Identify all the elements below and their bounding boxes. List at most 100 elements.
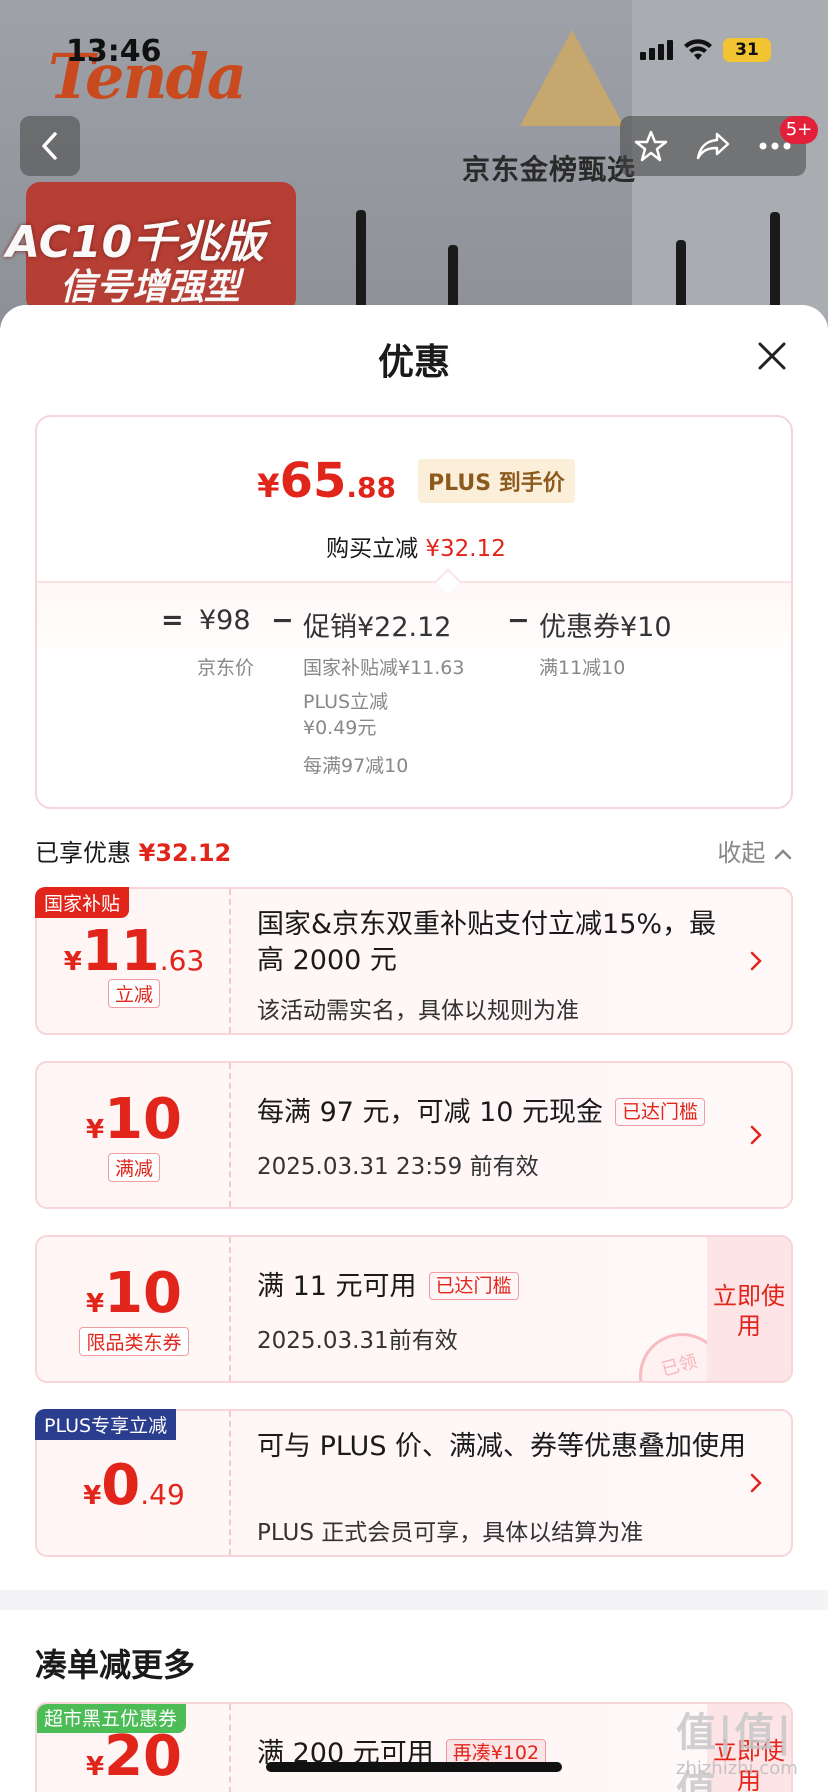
coupon-yen: ¥ xyxy=(85,1752,105,1782)
equals-sign: = xyxy=(161,605,184,636)
section-title: 凑单减更多 xyxy=(35,1646,196,1684)
coupon-dec: .49 xyxy=(140,1478,185,1511)
coupon-dec: .63 xyxy=(159,944,205,977)
coupon-amount: ¥20 xyxy=(37,1724,231,1789)
promo-detail-plus-value: ¥0.49元 xyxy=(303,717,377,739)
chevron-right-icon xyxy=(750,951,762,971)
coupon-yen: ¥ xyxy=(83,1481,102,1511)
threshold-reached-badge: 已达门槛 xyxy=(428,1272,519,1300)
coupon-title: 可与 PLUS 价、满减、券等优惠叠加使用 xyxy=(257,1431,747,1462)
coupon-title-row: 满 11 元可用 已达门槛 xyxy=(257,1269,519,1305)
coupon-kind-label: 立减 xyxy=(107,979,160,1008)
coupon-int: 10 xyxy=(104,1087,183,1152)
promo-total: 促销¥22.12 xyxy=(303,612,452,643)
coupon-title: 满 11 元可用 xyxy=(257,1271,417,1302)
price-breakdown: = ¥98 京东价 − 促销¥22.12 国家补贴减¥11.63 PLUS立减 … xyxy=(37,581,791,807)
coupon-title: 每满 97 元，可减 10 元现金 xyxy=(257,1097,604,1128)
collapse-button[interactable]: 收起 xyxy=(717,833,793,868)
status-icons: 31 xyxy=(640,38,771,62)
message-count-badge: 5+ xyxy=(780,116,818,144)
coupon-kind: 立减 xyxy=(37,979,231,1008)
minus-sign: − xyxy=(271,605,294,636)
model-line2: 信号增强型 xyxy=(60,267,241,308)
award-text: 京东金榜甄选 xyxy=(462,153,637,186)
battery-icon: 31 xyxy=(723,38,771,62)
discount-sheet: 优惠 ¥65.88 PLUS 到手价 购买立减 ¥32.12 = ¥98 京东价… xyxy=(0,305,828,1792)
chevron-right-icon xyxy=(750,1125,762,1145)
sheet-title: 优惠 xyxy=(377,342,450,383)
coupon-subtitle: 该活动需实名，具体以规则为准 xyxy=(257,998,579,1024)
star-favorite-icon[interactable] xyxy=(634,129,668,163)
price-decimal: .88 xyxy=(346,471,396,504)
coupon-subtitle: 2025.03.31 23:59 前有效 xyxy=(257,1154,539,1180)
promo-detail-plus-label: PLUS立减 xyxy=(303,691,389,713)
collapse-label: 收起 xyxy=(717,839,766,867)
price-integer: 65 xyxy=(279,453,347,509)
coupon-amount-area: PLUS专享立减 ¥0.49 xyxy=(35,1409,231,1555)
currency-symbol: ¥ xyxy=(257,467,280,505)
coupon-int: 11 xyxy=(81,919,160,984)
coupon-yen: ¥ xyxy=(63,947,82,977)
chevron-right-icon xyxy=(750,1473,762,1493)
share-icon[interactable] xyxy=(695,130,731,162)
coupon-amount: ¥10 xyxy=(37,1087,231,1152)
chevron-up-icon xyxy=(774,849,792,860)
close-icon[interactable] xyxy=(756,340,788,372)
coupon-amount: ¥10 xyxy=(37,1261,231,1326)
jd-price: ¥98 xyxy=(199,605,251,636)
coupon-detail: 满11减10 xyxy=(539,657,626,679)
instant-reduction-label: 购买立减 xyxy=(326,536,419,562)
model-banner: AC10千兆版 信号增强型 xyxy=(6,182,296,312)
threshold-reached-badge: 已达门槛 xyxy=(615,1098,706,1126)
coupon-subtitle: 2025.03.31前有效 xyxy=(257,1328,458,1354)
promo-detail-fullreduce: 每满97减10 xyxy=(303,755,409,777)
coupon-kind: 满减 xyxy=(37,1153,231,1182)
coupon-total: 优惠券¥10 xyxy=(539,612,672,643)
coupon-title: 国家&京东双重补贴支付立减15%，最高 2000 元 xyxy=(257,909,717,976)
watermark-site: zhizhizhi.com xyxy=(676,1758,798,1779)
coupon-amount-area: 国家补贴 ¥11.63 立减 xyxy=(35,887,231,1033)
home-indicator xyxy=(266,1762,562,1772)
top-action-group xyxy=(620,116,806,176)
minus-sign: − xyxy=(507,605,530,636)
final-price-row: ¥65.88 PLUS 到手价 xyxy=(37,453,791,509)
promo-detail-subsidy: 国家补贴减¥11.63 xyxy=(303,657,465,679)
coupon-subtitle: PLUS 正式会员可享，具体以结算为准 xyxy=(257,1520,644,1546)
coupon-amount-area: 超市黑五优惠券 ¥20 xyxy=(37,1704,231,1792)
use-now-button[interactable]: 立即使用 xyxy=(707,1237,791,1381)
final-price: ¥65.88 xyxy=(257,453,396,509)
coupon-int: 20 xyxy=(104,1724,183,1789)
coupon-amount: ¥0.49 xyxy=(37,1453,231,1518)
coupon-card-fullreduce[interactable]: ¥10 满减 每满 97 元，可减 10 元现金 已达门槛 2025.03.31 … xyxy=(35,1061,793,1209)
coupon-yen: ¥ xyxy=(85,1115,105,1145)
jd-price-label: 京东价 xyxy=(197,657,255,679)
section-divider xyxy=(0,1590,828,1610)
coupon-int: 0 xyxy=(101,1453,141,1518)
cellular-signal-icon xyxy=(640,40,673,60)
coupon-amount-area: ¥10 限品类东券 xyxy=(37,1237,231,1381)
coupon-title-row: 每满 97 元，可减 10 元现金 已达门槛 xyxy=(257,1095,706,1131)
plus-price-tag: PLUS 到手价 xyxy=(417,459,575,503)
enjoyed-label: 已享优惠 xyxy=(35,839,131,867)
instant-reduction: 购买立减 ¥32.12 xyxy=(37,529,791,563)
coupon-kind: 限品类东券 xyxy=(37,1327,231,1356)
coupon-kind-label: 限品类东券 xyxy=(79,1327,189,1356)
back-button[interactable] xyxy=(20,116,80,176)
enjoyed-discount: 已享优惠 ¥32.12 xyxy=(35,833,231,868)
coupon-tag: 国家补贴 xyxy=(35,887,130,918)
coupon-card-plus[interactable]: PLUS专享立减 ¥0.49 可与 PLUS 价、满减、券等优惠叠加使用 PLU… xyxy=(35,1409,793,1557)
coupon-tag: PLUS专享立减 xyxy=(35,1409,177,1440)
award-logo-icon xyxy=(520,30,624,126)
coupon-amount: ¥11.63 xyxy=(37,919,231,984)
instant-reduction-value: ¥32.12 xyxy=(425,536,506,562)
coupon-card-subsidy[interactable]: 国家补贴 ¥11.63 立减 国家&京东双重补贴支付立减15%，最高 2000 … xyxy=(35,887,793,1035)
coupon-int: 10 xyxy=(104,1261,183,1326)
wifi-icon xyxy=(684,39,712,60)
coupon-amount-area: ¥10 满减 xyxy=(37,1063,231,1207)
coupon-card-category[interactable]: ¥10 限品类东券 满 11 元可用 已达门槛 2025.03.31前有效 已领 … xyxy=(35,1235,793,1383)
chevron-left-icon xyxy=(42,132,57,160)
enjoyed-value: ¥32.12 xyxy=(138,839,232,867)
price-summary-card: ¥65.88 PLUS 到手价 购买立减 ¥32.12 = ¥98 京东价 − … xyxy=(35,415,793,809)
coupon-kind-label: 满减 xyxy=(107,1153,160,1182)
status-time: 13:46 xyxy=(66,34,162,69)
